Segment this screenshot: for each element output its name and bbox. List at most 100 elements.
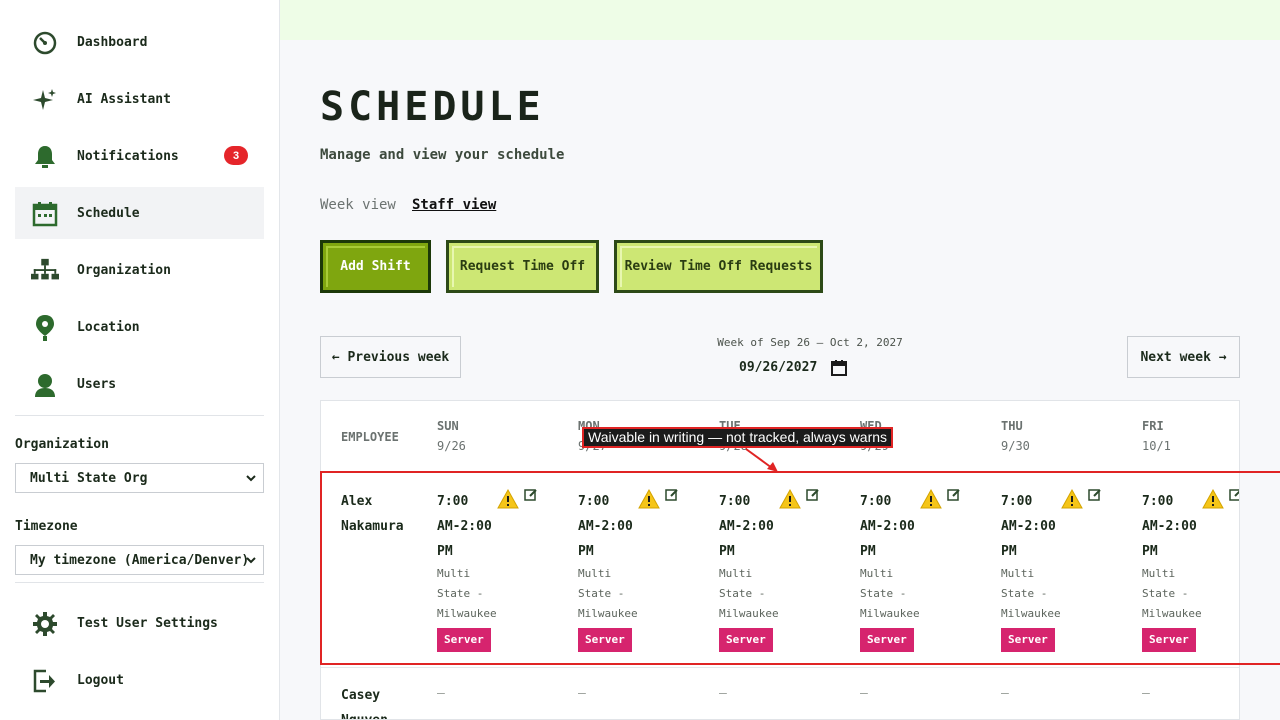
sidebar-item-label: Notifications <box>77 148 179 164</box>
review-time-off-requests-button[interactable]: Review Time Off Requests <box>614 240 823 293</box>
warning-icon[interactable] <box>638 488 660 513</box>
add-shift-button[interactable]: Add Shift <box>320 240 431 293</box>
warning-icon[interactable] <box>779 488 801 513</box>
week-date-input[interactable]: 09/26/2027 <box>739 360 817 375</box>
edit-icon[interactable] <box>1229 487 1239 506</box>
shift-location: Multi State - Milwaukee <box>1001 567 1061 620</box>
previous-week-button[interactable]: ← Previous week <box>320 336 461 378</box>
warning-icon[interactable] <box>497 488 519 513</box>
role-badge: Server <box>437 628 491 652</box>
empty-shift[interactable]: – <box>578 686 586 701</box>
shift-card[interactable]: 7:00 AM-2:00 PM Multi State - Milwaukee Serv… <box>578 487 698 652</box>
shift-card[interactable]: 7:00 AM-2:00 PM Multi State - Milwaukee Serv… <box>860 487 980 652</box>
next-week-button[interactable]: Next week → <box>1127 336 1240 378</box>
edit-icon[interactable] <box>1088 487 1102 506</box>
tooltip-arrow-icon <box>740 446 782 478</box>
shift-card[interactable]: 7:00 AM-2:00 PM Multi State - Milwaukee Serv… <box>1001 487 1121 652</box>
warning-icon[interactable] <box>1061 488 1083 513</box>
shift-card[interactable]: 7:00 AM-2:00 PM Multi State - Milwaukee Serv… <box>437 487 557 652</box>
sidebar-item-organization[interactable]: Organization <box>15 244 264 296</box>
shift-time: 7:00 AM-2:00 PM <box>1142 494 1197 559</box>
top-banner <box>280 0 1280 40</box>
sidebar-item-label: Dashboard <box>77 34 148 50</box>
location-pin-icon <box>31 314 59 342</box>
role-badge: Server <box>860 628 914 652</box>
day-date: 9/30 <box>1001 439 1030 453</box>
tab-week-view[interactable]: Week view <box>320 197 396 213</box>
sidebar-item-label: Location <box>77 319 140 335</box>
organization-select-value: Multi State Org <box>30 470 148 486</box>
warning-icon[interactable] <box>920 488 942 513</box>
organization-select[interactable]: Multi State Org <box>15 463 264 493</box>
shift-card[interactable]: 7:00 AM-2:00 PM Multi State - Milwaukee Serv… <box>719 487 839 652</box>
request-time-off-button[interactable]: Request Time Off <box>446 240 599 293</box>
sidebar: Dashboard AI Assistant Notifications 3 S… <box>0 0 280 720</box>
edit-icon[interactable] <box>524 487 538 506</box>
shift-location: Multi State - Milwaukee <box>578 567 638 620</box>
sidebar-item-label: Users <box>77 376 117 392</box>
sidebar-item-label: Logout <box>77 672 124 688</box>
bell-icon <box>31 143 59 171</box>
shift-time: 7:00 AM-2:00 PM <box>1001 494 1056 559</box>
role-badge: Server <box>719 628 773 652</box>
calendar-picker-icon[interactable] <box>831 360 847 380</box>
empty-shift[interactable]: – <box>860 686 868 701</box>
calendar-icon <box>31 200 59 228</box>
chevron-down-icon <box>245 553 257 571</box>
empty-shift[interactable]: – <box>437 686 445 701</box>
day-date: 10/1 <box>1142 439 1171 453</box>
shift-location: Multi State - Milwaukee <box>1142 567 1202 620</box>
chevron-down-icon <box>245 471 257 489</box>
add-shift-label: Add Shift <box>340 259 411 274</box>
shift-time: 7:00 AM-2:00 PM <box>578 494 633 559</box>
shift-time: 7:00 AM-2:00 PM <box>860 494 915 559</box>
shift-location: Multi State - Milwaukee <box>860 567 920 620</box>
day-header: THU <box>1001 419 1023 433</box>
edit-icon[interactable] <box>947 487 961 506</box>
day-header: FRI <box>1142 419 1164 433</box>
timezone-select[interactable]: My timezone (America/Denver) <box>15 545 264 575</box>
empty-shift[interactable]: – <box>719 686 727 701</box>
warning-icon[interactable] <box>1202 488 1224 513</box>
sidebar-item-ai-assistant[interactable]: AI Assistant <box>15 73 264 125</box>
sidebar-item-dashboard[interactable]: Dashboard <box>15 16 264 68</box>
shift-time: 7:00 AM-2:00 PM <box>437 494 492 559</box>
row-divider <box>321 667 1239 668</box>
organization-label: Organization <box>15 437 109 452</box>
tab-staff-view[interactable]: Staff view <box>412 197 496 213</box>
day-date: 9/26 <box>437 439 466 453</box>
edit-icon[interactable] <box>806 487 820 506</box>
warning-tooltip: Waivable in writing — not tracked, alway… <box>582 427 894 448</box>
sidebar-item-schedule[interactable]: Schedule <box>15 187 264 239</box>
review-time-off-label: Review Time Off Requests <box>624 259 813 274</box>
sidebar-item-notifications[interactable]: Notifications 3 <box>15 130 264 182</box>
shift-card[interactable]: 7:00 AM-2:00 PM Multi State - Milwaukee Serv… <box>1142 487 1239 652</box>
shift-time: 7:00 AM-2:00 PM <box>719 494 774 559</box>
empty-shift[interactable]: – <box>1001 686 1009 701</box>
shift-location: Multi State - Milwaukee <box>437 567 497 620</box>
day-header: SUN <box>437 419 459 433</box>
sparkle-icon <box>31 86 59 114</box>
edit-icon[interactable] <box>665 487 679 506</box>
sidebar-item-logout[interactable]: Logout <box>15 654 264 706</box>
week-of-label: Week of Sep 26 – Oct 2, 2027 <box>717 336 903 349</box>
empty-shift[interactable]: – <box>1142 686 1150 701</box>
sidebar-item-label: Test User Settings <box>77 615 218 631</box>
request-time-off-label: Request Time Off <box>459 259 586 274</box>
gear-icon <box>31 610 59 638</box>
logout-icon <box>31 667 59 695</box>
timezone-label: Timezone <box>15 519 78 534</box>
sidebar-divider <box>15 415 264 416</box>
sidebar-item-test-user-settings[interactable]: Test User Settings <box>15 597 264 649</box>
sidebar-item-location[interactable]: Location <box>15 301 264 353</box>
employee-column-header: EMPLOYEE <box>341 430 399 444</box>
employee-name: Alex Nakamura <box>341 494 404 534</box>
role-badge: Server <box>1142 628 1196 652</box>
sidebar-divider <box>15 582 264 583</box>
user-icon <box>31 371 59 399</box>
org-chart-icon <box>31 257 59 285</box>
timezone-select-value: My timezone (America/Denver) <box>30 552 250 568</box>
sidebar-item-users[interactable]: Users <box>15 358 264 410</box>
role-badge: Server <box>1001 628 1055 652</box>
sidebar-item-label: AI Assistant <box>77 91 171 107</box>
